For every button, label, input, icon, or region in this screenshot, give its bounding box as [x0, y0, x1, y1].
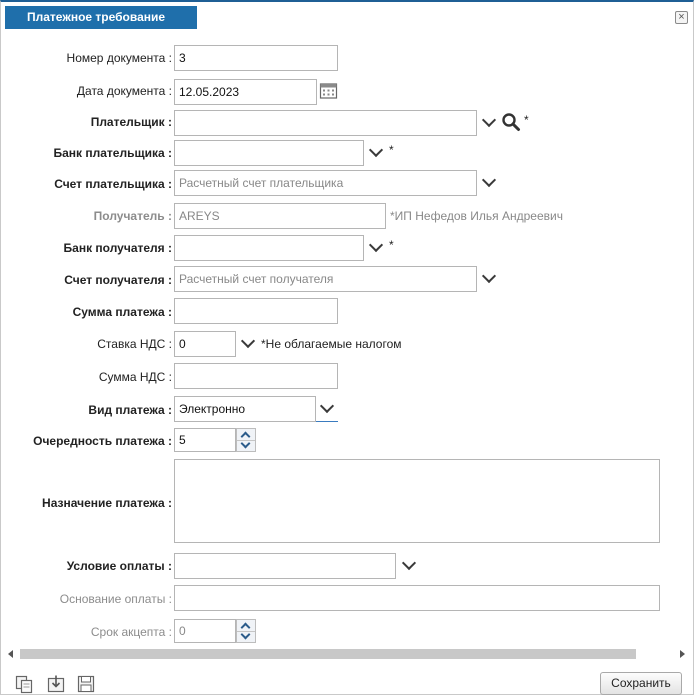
recipient-bank-label: Банк получателя : [63, 241, 172, 255]
payment-basis-label: Основание оплаты : [59, 592, 172, 606]
save-button[interactable]: Сохранить [600, 672, 682, 695]
payment-basis-input[interactable] [174, 585, 660, 611]
payer-bank-input[interactable] [174, 140, 364, 166]
vat-rate-label: Ставка НДС : [97, 337, 172, 351]
payment-condition-label: Условие оплаты : [66, 559, 172, 573]
payer-bank-required-mark: * [389, 143, 394, 157]
payment-condition-input[interactable] [174, 553, 396, 579]
recipient-input[interactable]: AREYS [174, 203, 386, 229]
doc-number-input[interactable]: 3 [174, 45, 338, 71]
vat-sum-input[interactable] [174, 363, 338, 389]
payment-priority-spinner[interactable] [236, 428, 256, 452]
doc-number-label: Номер документа : [66, 51, 172, 65]
spinner-down-icon[interactable] [237, 631, 255, 642]
scroll-right-arrow-icon[interactable] [680, 650, 685, 658]
payer-dropdown-chevron-icon[interactable] [481, 113, 499, 131]
payment-purpose-textarea[interactable] [174, 459, 660, 543]
calendar-icon[interactable] [319, 81, 338, 100]
payment-sum-input[interactable] [174, 298, 338, 324]
payment-sum-label: Сумма платежа : [72, 305, 172, 319]
import-icon[interactable] [46, 674, 66, 694]
payer-bank-dropdown-chevron-icon[interactable] [368, 143, 386, 161]
recipient-account-label: Счет получателя : [64, 273, 172, 287]
vat-rate-input[interactable]: 0 [174, 331, 236, 357]
doc-date-input[interactable]: 12.05.2023 [174, 79, 317, 105]
payment-condition-dropdown-chevron-icon[interactable] [401, 556, 419, 574]
recipient-account-dropdown-chevron-icon[interactable] [481, 269, 499, 287]
acceptance-term-label: Срок акцепта : [90, 625, 172, 639]
payment-type-select[interactable]: Электронно [174, 396, 316, 422]
payer-label: Плательщик : [90, 115, 172, 129]
window-title-tab: Платежное требование [5, 6, 197, 29]
search-icon[interactable] [501, 112, 521, 132]
payment-type-dropdown-button[interactable] [316, 396, 338, 422]
payer-required-mark: * [524, 113, 529, 127]
doc-date-label: Дата документа : [76, 84, 172, 98]
scrollbar-thumb[interactable] [20, 649, 636, 659]
acceptance-term-input[interactable]: 0 [174, 619, 236, 643]
vat-rate-note: *Не облагаемые налогом [261, 337, 402, 351]
scroll-left-arrow-icon[interactable] [8, 650, 13, 658]
payer-account-dropdown-chevron-icon[interactable] [481, 173, 499, 191]
recipient-note: *ИП Нефедов Илья Андреевич [390, 209, 563, 223]
horizontal-scrollbar[interactable] [6, 646, 688, 662]
payment-type-chevron-icon [319, 399, 337, 417]
payment-priority-label: Очередность платежа : [33, 434, 172, 448]
payment-purpose-label: Назначение платежа : [42, 496, 172, 510]
vat-rate-dropdown-chevron-icon[interactable] [240, 334, 258, 352]
recipient-label: Получатель : [93, 209, 172, 223]
recipient-bank-dropdown-chevron-icon[interactable] [368, 238, 386, 256]
payer-bank-label: Банк плательщика : [53, 146, 173, 160]
close-icon[interactable]: × [675, 11, 688, 24]
payer-account-input[interactable]: Расчетный счет плательщика [174, 170, 477, 196]
recipient-bank-input[interactable] [174, 235, 364, 261]
vat-sum-label: Сумма НДС : [98, 370, 172, 384]
recipient-account-input[interactable]: Расчетный счет получателя [174, 266, 477, 292]
payer-account-label: Счет плательщика : [54, 177, 172, 191]
payer-input[interactable] [174, 110, 477, 136]
payment-type-label: Вид платежа : [88, 403, 172, 417]
save-disk-icon[interactable] [76, 674, 96, 694]
acceptance-term-spinner[interactable] [236, 619, 256, 643]
spinner-down-icon[interactable] [237, 440, 255, 451]
payment-priority-input[interactable]: 5 [174, 428, 236, 452]
recipient-bank-required-mark: * [389, 238, 394, 252]
copy-icon[interactable] [14, 674, 34, 694]
